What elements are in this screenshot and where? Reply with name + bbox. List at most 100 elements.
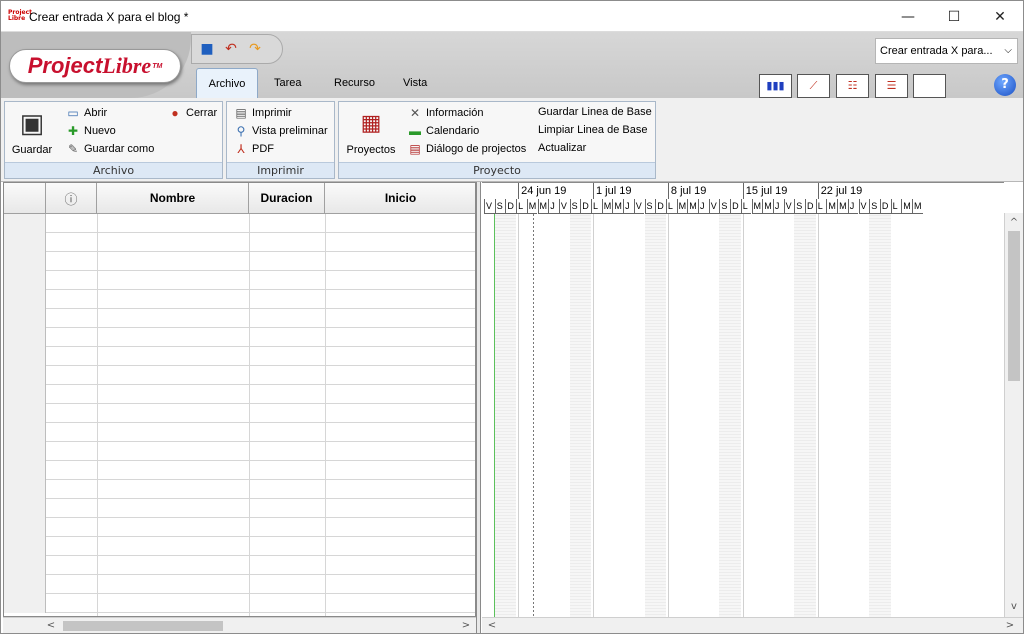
row-header-cell[interactable] (4, 575, 46, 594)
save-icon[interactable]: ■ (198, 41, 216, 57)
table-row[interactable] (4, 442, 475, 461)
table-row[interactable] (4, 290, 475, 309)
grid-horizontal-scrollbar[interactable]: < > (3, 617, 476, 633)
project-selector[interactable]: Crear entrada X para... ⌵ (875, 38, 1018, 64)
gantt-day-label: L (665, 199, 677, 214)
tab-recurso[interactable]: Recurso (324, 68, 385, 98)
proyectos-button[interactable]: ▦ Proyectos (343, 106, 399, 156)
row-header-cell[interactable] (4, 214, 46, 233)
row-header-cell[interactable] (4, 594, 46, 613)
table-row[interactable] (4, 575, 475, 594)
row-header-cell[interactable] (4, 556, 46, 575)
duracion-column-header[interactable]: Duracion (249, 183, 325, 214)
task-usage-view-icon[interactable]: ☷ (836, 74, 869, 98)
table-row[interactable] (4, 461, 475, 480)
table-row[interactable] (4, 309, 475, 328)
abrir-button[interactable]: ▭ Abrir (65, 106, 107, 120)
resource-usage-view-icon[interactable]: ☰ (875, 74, 908, 98)
table-row[interactable] (4, 518, 475, 537)
table-row[interactable] (4, 347, 475, 366)
gantt-day-label: S (869, 199, 880, 214)
tab-archivo[interactable]: Archivo (196, 68, 258, 98)
gantt-day-label: J (623, 199, 634, 214)
cerrar-button[interactable]: ● Cerrar (167, 106, 217, 120)
guardar-como-button[interactable]: ✎ Guardar como (65, 142, 154, 156)
row-header-cell[interactable] (4, 385, 46, 404)
gantt-vscroll-thumb[interactable] (1008, 231, 1020, 381)
tab-tarea[interactable]: Tarea (264, 68, 312, 98)
scroll-right-icon[interactable]: > (458, 618, 474, 633)
histogram-view-icon[interactable]: ▮▮▮ (759, 74, 792, 98)
gantt-chart[interactable]: VSDLMMJVSDLMMJVSDLMMJVSDLMMJVSDLMMJVSDLM… (482, 182, 1004, 617)
table-row[interactable] (4, 556, 475, 575)
gantt-day-label: D (505, 199, 517, 214)
table-row[interactable] (4, 404, 475, 423)
imprimir-button[interactable]: ▤ Imprimir (233, 106, 291, 120)
main-content: ⓘ Nombre Duracion Inicio < > VSDLMMJVSDL… (1, 182, 1023, 633)
help-icon[interactable]: ? (994, 74, 1016, 96)
task-grid[interactable]: ⓘ Nombre Duracion Inicio (3, 182, 476, 617)
tab-vista[interactable]: Vista (393, 68, 437, 98)
actualizar-button[interactable]: Actualizar (538, 142, 586, 154)
row-header-cell[interactable] (4, 290, 46, 309)
informacion-button[interactable]: ✕ Información (407, 106, 484, 120)
calendario-button[interactable]: ▬ Calendario (407, 124, 479, 138)
close-button[interactable]: ✕ (977, 1, 1023, 32)
table-row[interactable] (4, 271, 475, 290)
row-header-cell[interactable] (4, 404, 46, 423)
table-row[interactable] (4, 423, 475, 442)
table-row[interactable] (4, 537, 475, 556)
scroll-down-icon[interactable]: v (1005, 599, 1023, 615)
row-header-cell[interactable] (4, 518, 46, 537)
row-header-cell[interactable] (4, 537, 46, 556)
nuevo-button[interactable]: ✚ Nuevo (65, 124, 116, 138)
gantt-scroll-right-icon[interactable]: > (1002, 618, 1018, 633)
table-row[interactable] (4, 328, 475, 347)
guardar-linea-base-button[interactable]: Guardar Linea de Base (538, 106, 652, 118)
info-column-header[interactable]: ⓘ (46, 183, 97, 214)
limpiar-linea-base-button[interactable]: Limpiar Linea de Base (538, 124, 647, 136)
row-header-cell[interactable] (4, 461, 46, 480)
table-row[interactable] (4, 480, 475, 499)
minimize-button[interactable]: — (885, 1, 931, 32)
row-header-cell[interactable] (4, 423, 46, 442)
redo-icon[interactable]: ↷ (246, 41, 264, 57)
dialogo-proyectos-button[interactable]: ▤ Diálogo de projectos (407, 142, 526, 156)
guardar-button[interactable]: ▣ Guardar (9, 106, 55, 156)
undo-icon[interactable]: ↶ (222, 41, 240, 57)
row-header-cell[interactable] (4, 328, 46, 347)
row-header-cell[interactable] (4, 347, 46, 366)
pane-splitter[interactable] (476, 182, 481, 633)
group-proyecto-label: Proyecto (339, 162, 655, 178)
row-header-cell[interactable] (4, 499, 46, 518)
inicio-column-header[interactable]: Inicio (325, 183, 475, 214)
row-header-cell[interactable] (4, 233, 46, 252)
gantt-day-label: V (484, 199, 495, 214)
table-row[interactable] (4, 499, 475, 518)
row-header-cell[interactable] (4, 442, 46, 461)
grid-scroll-thumb[interactable] (63, 621, 223, 631)
gantt-horizontal-scrollbar[interactable]: < > (482, 617, 1023, 633)
table-row[interactable] (4, 233, 475, 252)
vista-preliminar-button[interactable]: ⚲ Vista preliminar (233, 124, 328, 138)
table-row[interactable] (4, 385, 475, 404)
row-header-cell[interactable] (4, 366, 46, 385)
table-row[interactable] (4, 252, 475, 271)
scroll-up-icon[interactable]: ^ (1005, 215, 1023, 231)
maximize-button[interactable]: ☐ (931, 1, 977, 32)
gantt-vertical-scrollbar[interactable]: ^ v (1004, 213, 1023, 617)
row-header-cell[interactable] (4, 480, 46, 499)
pdf-button[interactable]: ⅄ PDF (233, 142, 274, 156)
table-row[interactable] (4, 594, 475, 613)
group-imprimir-label: Imprimir (227, 162, 334, 178)
blank-view-icon[interactable] (913, 74, 946, 98)
row-header-cell[interactable] (4, 252, 46, 271)
row-header-cell[interactable] (4, 309, 46, 328)
nombre-column-header[interactable]: Nombre (97, 183, 249, 214)
table-row[interactable] (4, 366, 475, 385)
gantt-scroll-left-icon[interactable]: < (484, 618, 500, 633)
table-row[interactable] (4, 214, 475, 233)
charts-view-icon[interactable]: ⟋ (797, 74, 830, 98)
row-header-cell[interactable] (4, 271, 46, 290)
scroll-left-icon[interactable]: < (43, 618, 59, 633)
